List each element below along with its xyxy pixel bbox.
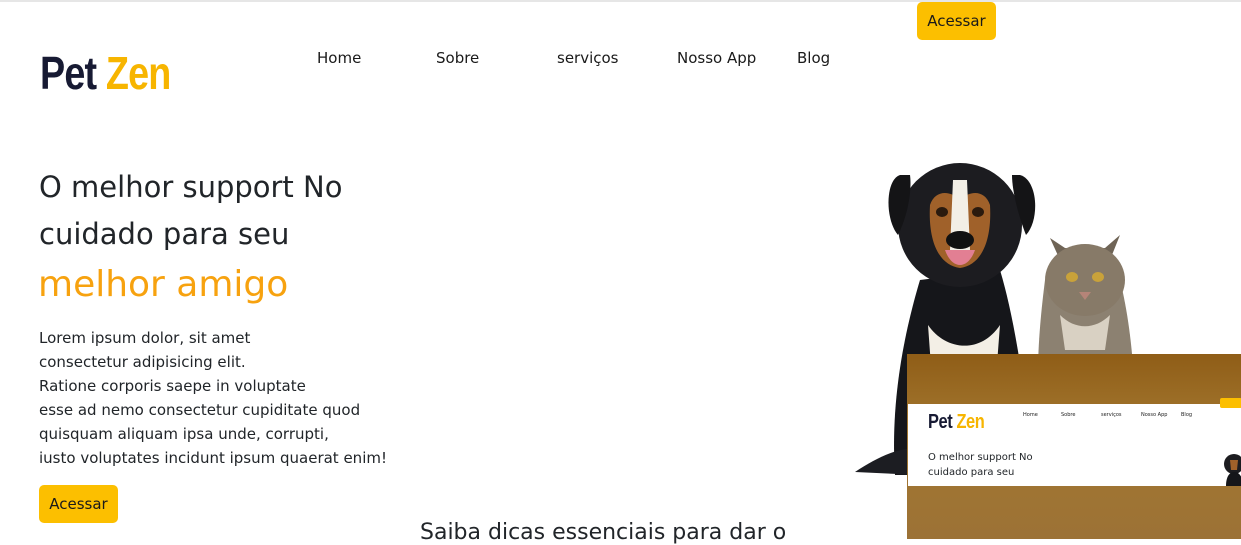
top-border [0, 0, 1241, 2]
hero-description-line: iusto voluptates incidunt ipsum quaerat … [39, 449, 387, 467]
preview-logo-pet: Pet [928, 411, 953, 433]
tips-heading: Saiba dicas essenciais para dar o [420, 520, 787, 545]
hero-description-line: Ratione corporis saepe in voluptate [39, 377, 306, 395]
brand-logo[interactable]: Pet Zen [40, 50, 171, 96]
hero-description-line: consectetur adipisicing elit. [39, 353, 246, 371]
preview-nav-item: Home [1023, 412, 1038, 418]
preview-nav-item: Blog [1181, 412, 1193, 418]
preview-logo-zen: Zen [956, 411, 985, 433]
preview-nav-item: Sobre [1061, 412, 1076, 418]
preview-title-line2: cuidado para seu [928, 467, 1015, 478]
preview-brand-logo: Pet Zen [928, 411, 985, 434]
hero-title-accent: melhor amigo [38, 264, 289, 305]
header-access-button[interactable]: Acessar [917, 2, 996, 40]
nav-home[interactable]: Home [317, 49, 361, 67]
hero-title-line2: cuidado para seu [39, 217, 290, 251]
nav-blog[interactable]: Blog [797, 49, 830, 67]
preview-title-line1: O melhor support No [928, 452, 1033, 463]
hero-description-line: quisquam aliquam ipsa unde, corrupti, [39, 425, 329, 443]
hero-description: Lorem ipsum dolor, sit amet consectetur … [39, 326, 387, 470]
preview-nav-item: serviços [1101, 412, 1122, 418]
hero-description-line: esse ad nemo consectetur cupiditate quod [39, 401, 361, 419]
brand-logo-pet: Pet [40, 47, 97, 99]
nav-servicos[interactable]: serviços [557, 49, 619, 67]
page-preview-thumbnail[interactable]: Pet Zen Home Sobre serviços Nosso App Bl… [907, 354, 1241, 539]
preview-page: Pet Zen Home Sobre serviços Nosso App Bl… [908, 398, 1241, 486]
nav-nosso-app[interactable]: Nosso App [677, 49, 756, 67]
hero-title-line1: O melhor support No [39, 170, 343, 204]
hero-access-button[interactable]: Acessar [39, 485, 118, 523]
nav-sobre[interactable]: Sobre [436, 49, 479, 67]
preview-dog-icon [1224, 454, 1241, 486]
brand-logo-zen: Zen [105, 47, 171, 99]
preview-access-button [1220, 398, 1241, 408]
preview-nav-item: Nosso App [1141, 412, 1168, 418]
hero-description-line: Lorem ipsum dolor, sit amet [39, 329, 251, 347]
